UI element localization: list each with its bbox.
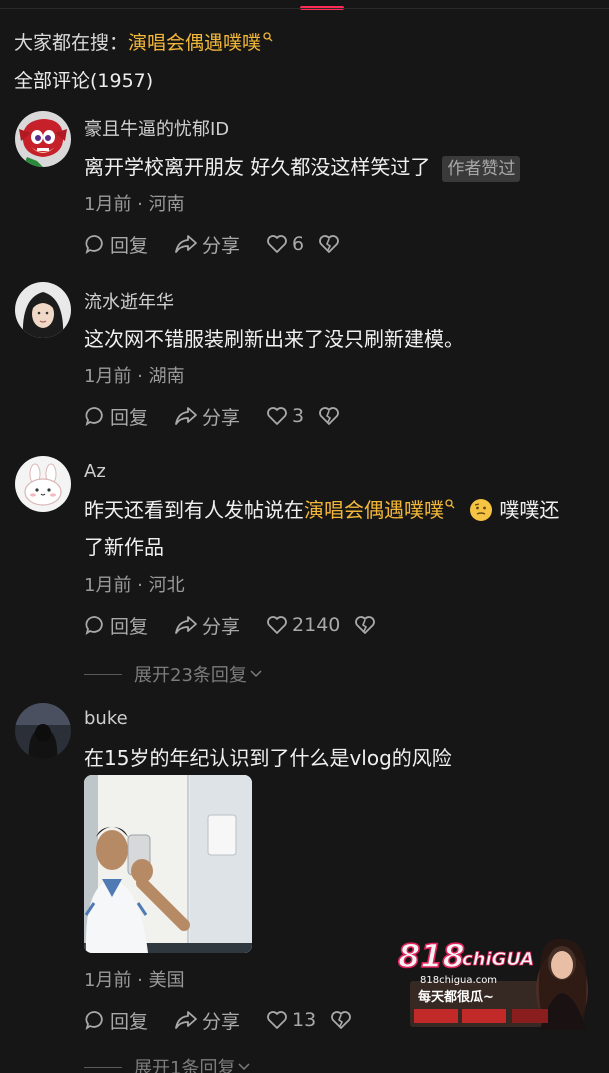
reply-icon: [85, 1011, 103, 1031]
comment-actions: 回复 分享 3: [84, 403, 370, 429]
reply-icon: [85, 616, 103, 636]
chevron-down-icon: [250, 670, 262, 678]
like-button[interactable]: 2140: [266, 614, 340, 636]
watermark-ad-graphic: 818 chiGUA 818chigua.com 每天都很瓜~: [397, 936, 588, 1030]
reply-button[interactable]: 回复: [84, 1007, 148, 1034]
share-label: 分享: [202, 1010, 241, 1033]
comment-text-after: 噗噗还: [499, 498, 560, 522]
ad-brand-text: chiGUA: [462, 949, 534, 970]
heart-icon: [267, 235, 287, 253]
broken-heart-icon: [355, 616, 376, 634]
broken-heart-icon: [331, 1011, 352, 1029]
ad-site: 818chigua.com: [420, 975, 497, 986]
reply-button[interactable]: 回复: [84, 231, 148, 258]
heart-icon: [267, 407, 287, 425]
share-icon: [175, 616, 197, 634]
search-keyword-link[interactable]: 演唱会偶遇噗噗: [304, 498, 444, 522]
share-button[interactable]: 分享: [174, 403, 240, 430]
comment-text: 在15岁的年纪认识到了什么是vlog的风险: [84, 746, 452, 770]
search-icon: [445, 499, 455, 509]
share-icon: [175, 1011, 197, 1029]
reply-label: 回复: [110, 406, 149, 429]
expand-replies-label: 展开1条回复: [134, 1058, 236, 1073]
comment-meta: 1月前 · 湖南: [84, 366, 185, 387]
comment-actions: 回复 分享 6: [84, 231, 370, 257]
search-suggestion-keyword[interactable]: 演唱会偶遇噗噗: [128, 32, 261, 54]
share-button[interactable]: 分享: [174, 231, 240, 258]
avatar-knuckles-image: [15, 111, 71, 167]
comment-text-body: 离开学校离开朋友 好久都没这样笑过了: [84, 155, 431, 179]
comment-username[interactable]: Az: [84, 461, 106, 482]
dislike-button[interactable]: [354, 615, 380, 635]
comment-meta: 1月前 · 河北: [84, 575, 185, 596]
expand-replies-label: 展开23条回复: [134, 665, 247, 686]
comment-actions: 回复 分享 2140: [84, 612, 406, 638]
heart-icon: [267, 616, 287, 634]
reply-label: 回复: [110, 234, 149, 257]
share-button[interactable]: 分享: [174, 1007, 240, 1034]
like-count: 6: [292, 233, 305, 255]
reply-button[interactable]: 回复: [84, 612, 148, 639]
avatar-bunny-image: [15, 456, 71, 512]
comment-username[interactable]: 豪且牛逼的忧郁ID: [84, 115, 229, 141]
comment-meta: 1月前 · 美国: [84, 970, 185, 991]
search-suggestion[interactable]: 大家都在搜：演唱会偶遇噗噗: [14, 28, 273, 55]
ad-slogan: 每天都很瓜~: [418, 989, 494, 1005]
comment-actions: 回复 分享 13: [84, 1007, 382, 1033]
avatar-portrait-image: [15, 282, 71, 338]
reply-icon: [85, 235, 103, 255]
search-suggestion-prefix: 大家都在搜：: [14, 32, 129, 54]
avatar[interactable]: [15, 282, 71, 338]
like-count: 13: [292, 1009, 317, 1031]
share-label: 分享: [202, 615, 241, 638]
comment-meta: 1月前 · 河南: [84, 194, 185, 215]
divider-dash: [84, 1066, 122, 1068]
comment-text: 离开学校离开朋友 好久都没这样笑过了 作者赞过: [84, 150, 521, 184]
heart-icon: [267, 1011, 287, 1029]
avatar[interactable]: [15, 111, 71, 167]
avatar[interactable]: [15, 456, 71, 512]
expand-replies-button[interactable]: 展开23条回复: [84, 661, 263, 687]
reply-label: 回复: [110, 615, 149, 638]
author-liked-badge: 作者赞过: [442, 155, 521, 182]
mirror-selfie-image: [84, 775, 252, 953]
share-label: 分享: [202, 234, 241, 257]
broken-heart-icon: [319, 407, 340, 425]
comment-text-line2: 了新作品: [84, 535, 164, 559]
broken-heart-icon: [319, 235, 340, 253]
ad-brand-number: 818: [398, 937, 465, 975]
avatar[interactable]: [15, 703, 71, 759]
comment-username[interactable]: buke: [84, 708, 128, 729]
like-count: 3: [292, 405, 305, 427]
share-button[interactable]: 分享: [174, 612, 240, 639]
like-button[interactable]: 3: [266, 405, 304, 427]
comment-username[interactable]: 流水逝年华: [84, 288, 174, 314]
share-label: 分享: [202, 406, 241, 429]
comment-image[interactable]: [84, 775, 252, 953]
expand-replies-button[interactable]: 展开1条回复: [84, 1054, 251, 1073]
share-icon: [175, 235, 197, 253]
dislike-button[interactable]: [318, 234, 344, 254]
reply-icon: [85, 407, 103, 427]
reply-label: 回复: [110, 1010, 149, 1033]
thinking-emoji-icon: [470, 499, 493, 521]
like-button[interactable]: 6: [266, 233, 304, 255]
dislike-button[interactable]: [318, 406, 344, 426]
watermark-ad[interactable]: 818 chiGUA 818chigua.com 每天都很瓜~: [390, 935, 600, 1030]
comment-text: 这次网不错服装刷新出来了没只刷新建模。: [84, 327, 464, 351]
search-icon: [263, 32, 273, 42]
share-icon: [175, 407, 197, 425]
comment-text: 昨天还看到有人发帖说在演唱会偶遇噗噗 噗噗还: [84, 493, 559, 527]
dislike-button[interactable]: [330, 1010, 356, 1030]
chevron-down-icon: [238, 1063, 250, 1071]
divider-dash: [84, 673, 122, 675]
comment-text-before: 昨天还看到有人发帖说在: [84, 498, 304, 522]
comment-count-title: 全部评论(1957): [14, 70, 154, 92]
top-divider: [0, 8, 609, 9]
reply-button[interactable]: 回复: [84, 403, 148, 430]
like-count: 2140: [292, 614, 341, 636]
avatar-dark-image: [15, 703, 71, 759]
like-button[interactable]: 13: [266, 1009, 316, 1031]
